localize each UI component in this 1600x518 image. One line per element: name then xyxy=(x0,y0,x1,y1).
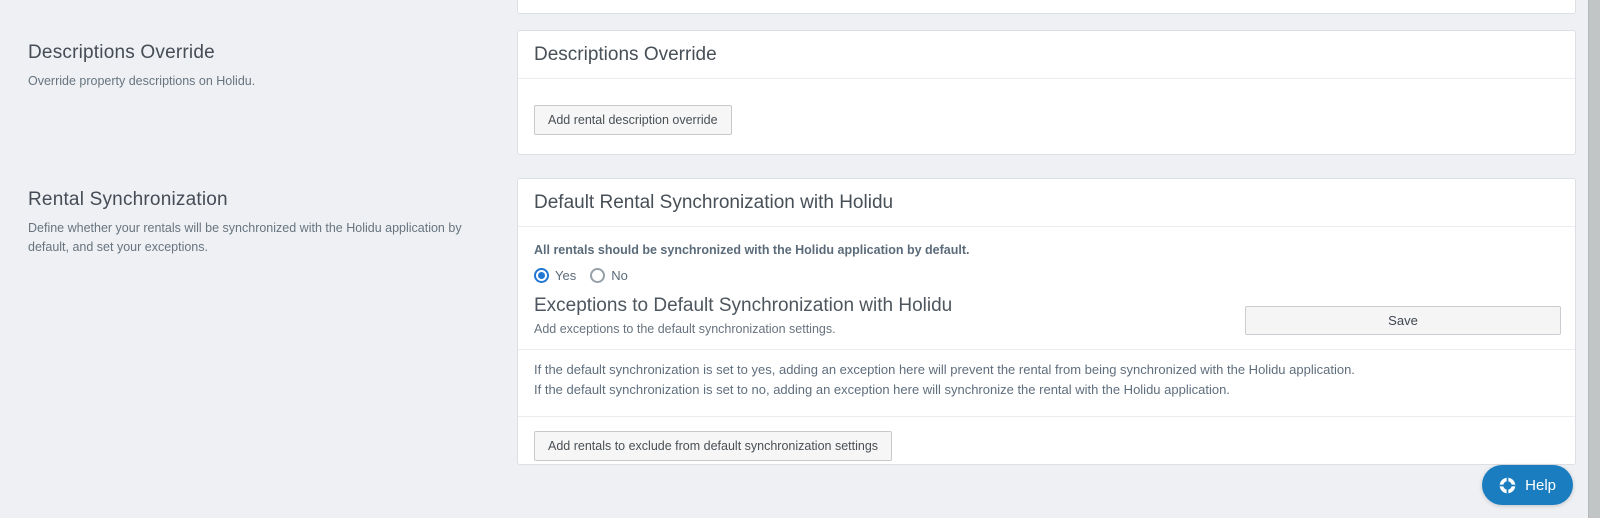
section-description: Define whether your rentals will be sync… xyxy=(28,219,480,257)
radio-yes-label: Yes xyxy=(555,268,576,283)
help-button[interactable]: Help xyxy=(1482,465,1573,505)
card-title: Default Rental Synchronization with Holi… xyxy=(518,179,1575,227)
help-button-label: Help xyxy=(1525,477,1556,494)
radio-option-yes[interactable]: Yes xyxy=(534,268,576,283)
add-rentals-to-exclude-button[interactable]: Add rentals to exclude from default sync… xyxy=(534,431,892,461)
exceptions-info-text: If the default synchronization is set to… xyxy=(534,360,1559,400)
radio-no-label: No xyxy=(611,268,628,283)
divider xyxy=(518,416,1575,417)
radio-no-unselected-icon[interactable] xyxy=(590,268,605,283)
sync-default-question: All rentals should be synchronized with … xyxy=(534,243,1559,258)
section-title: Descriptions Override xyxy=(28,42,488,64)
section-rental-synchronization-label: Rental Synchronization Define whether yo… xyxy=(28,189,488,257)
vertical-scrollbar[interactable] xyxy=(1588,0,1600,518)
descriptions-override-card: Descriptions Override Add rental descrip… xyxy=(517,30,1576,155)
exceptions-info-line-yes: If the default synchronization is set to… xyxy=(534,360,1559,380)
save-button[interactable]: Save xyxy=(1245,306,1561,335)
card-title: Descriptions Override xyxy=(518,31,1575,79)
divider xyxy=(518,349,1575,350)
sync-default-radio-group: Yes No xyxy=(534,268,1559,283)
exceptions-info-line-no: If the default synchronization is set to… xyxy=(534,380,1559,400)
section-description: Override property descriptions on Holidu… xyxy=(28,72,480,91)
section-title: Rental Synchronization xyxy=(28,189,488,211)
lifebuoy-icon xyxy=(1499,477,1516,494)
radio-option-no[interactable]: No xyxy=(590,268,628,283)
default-rental-synchronization-card: Default Rental Synchronization with Holi… xyxy=(517,178,1576,465)
add-rental-description-override-button[interactable]: Add rental description override xyxy=(534,105,732,135)
section-descriptions-override-label: Descriptions Override Override property … xyxy=(28,42,488,91)
previous-card-bottom-edge xyxy=(517,0,1576,14)
radio-yes-selected-icon[interactable] xyxy=(534,268,549,283)
